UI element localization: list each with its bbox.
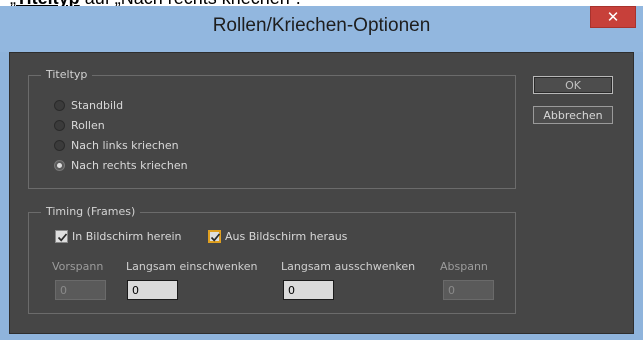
dialog-window: Rollen/Kriechen-Optionen ✕ Titeltyp Stan…	[0, 6, 643, 340]
close-icon: ✕	[606, 8, 620, 26]
radio-nach-rechts-kriechen[interactable]: Nach rechts kriechen	[54, 157, 188, 173]
radio-icon[interactable]	[54, 99, 65, 111]
vorspann-label: Vorspann	[52, 260, 104, 273]
radio-label: Nach links kriechen	[71, 138, 179, 152]
cancel-button[interactable]: Abbrechen	[533, 106, 613, 124]
checkbox-in-bildschirm[interactable]: In Bildschirm herein	[55, 228, 182, 244]
radio-rollen[interactable]: Rollen	[54, 117, 105, 133]
timing-legend: Timing (Frames)	[41, 205, 141, 219]
timing-group: Timing (Frames) In Bildschirm herein Aus…	[28, 205, 516, 314]
radio-label: Rollen	[71, 118, 105, 132]
title-bar[interactable]: Rollen/Kriechen-Optionen ✕	[0, 6, 643, 52]
titeltyp-group: Titeltyp Standbild Rollen Nach links kri…	[28, 68, 516, 189]
radio-nach-links-kriechen[interactable]: Nach links kriechen	[54, 137, 179, 153]
dialog-body: Titeltyp Standbild Rollen Nach links kri…	[9, 52, 634, 334]
radio-dot-icon	[57, 162, 62, 168]
close-button[interactable]: ✕	[590, 6, 636, 28]
radio-label: Nach rechts kriechen	[71, 158, 188, 172]
radio-icon[interactable]	[54, 119, 65, 131]
langsam-einschwenken-input[interactable]	[127, 280, 178, 300]
checkbox-checked-icon[interactable]	[55, 229, 68, 243]
radio-standbild[interactable]: Standbild	[54, 97, 123, 113]
window-title: Rollen/Kriechen-Optionen	[212, 15, 431, 36]
titeltyp-legend: Titeltyp	[41, 68, 93, 82]
abspann-input	[443, 280, 494, 300]
checkbox-aus-bildschirm[interactable]: Aus Bildschirm heraus	[208, 228, 347, 244]
langsam-einschwenken-label: Langsam einschwenken	[126, 260, 258, 273]
radio-selected-icon[interactable]	[54, 159, 65, 171]
checkbox-label: In Bildschirm herein	[72, 229, 182, 243]
checkbox-checked-icon[interactable]	[208, 229, 221, 243]
langsam-ausschwenken-input[interactable]	[283, 280, 334, 300]
langsam-ausschwenken-label: Langsam ausschwenken	[281, 260, 416, 273]
vorspann-input	[55, 280, 106, 300]
radio-icon[interactable]	[54, 139, 65, 151]
radio-label: Standbild	[71, 98, 124, 112]
abspann-label: Abspann	[440, 260, 488, 273]
checkbox-label: Aus Bildschirm heraus	[225, 229, 348, 243]
ok-button[interactable]: OK	[533, 76, 613, 94]
